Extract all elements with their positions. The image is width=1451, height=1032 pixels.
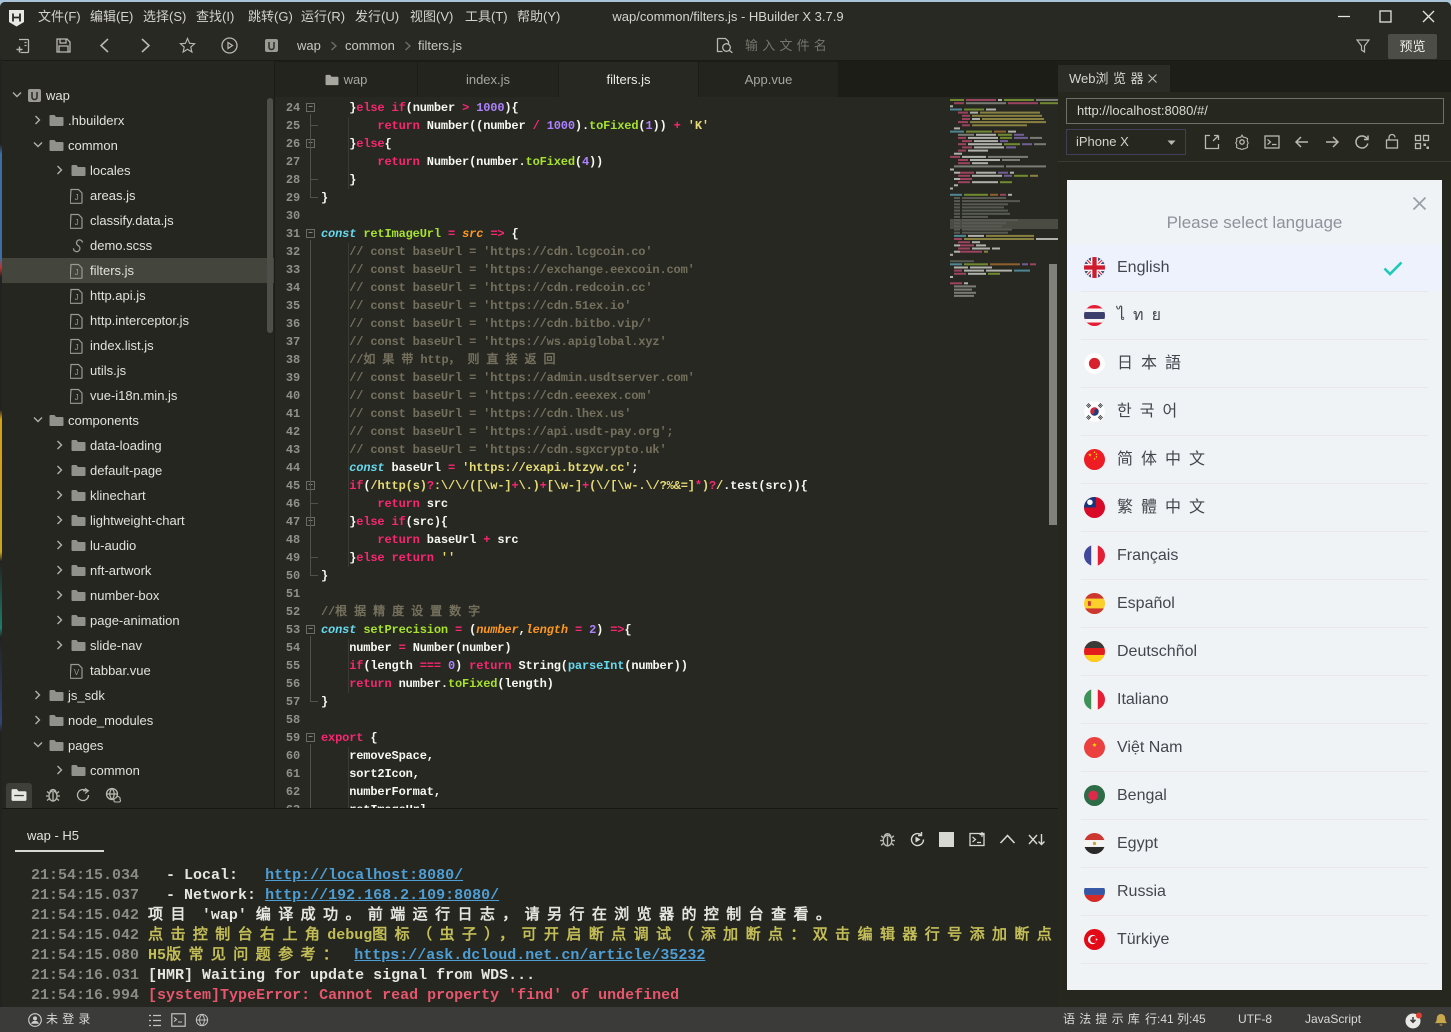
svg-text:J: J bbox=[75, 393, 79, 402]
svg-text:J: J bbox=[75, 368, 79, 377]
svg-text:J: J bbox=[75, 293, 79, 302]
svg-text:J: J bbox=[75, 218, 79, 227]
svg-text:J: J bbox=[75, 268, 79, 277]
svg-text:J: J bbox=[75, 318, 79, 327]
svg-text:V: V bbox=[74, 668, 80, 677]
svg-text:J: J bbox=[75, 193, 79, 202]
svg-text:J: J bbox=[75, 343, 79, 352]
